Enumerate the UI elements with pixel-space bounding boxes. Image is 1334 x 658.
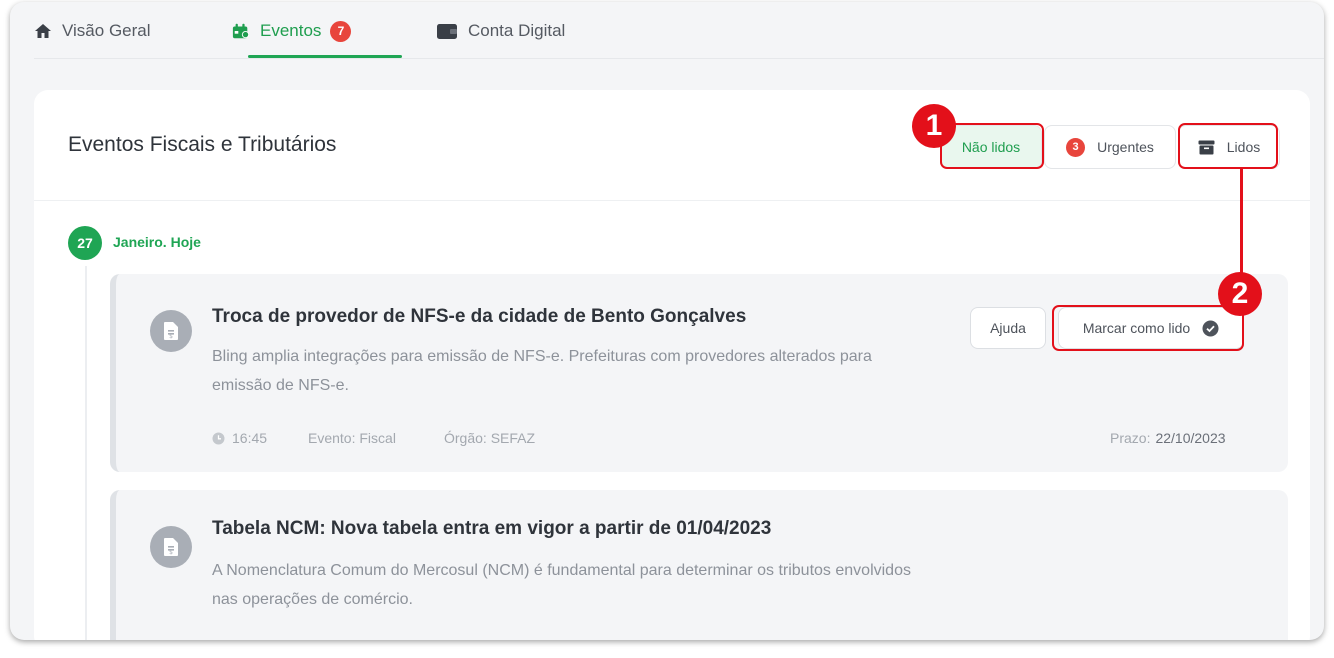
tab-events[interactable]: Eventos 7 xyxy=(232,19,352,43)
document-icon: $ xyxy=(150,310,192,352)
events-card: Eventos Fiscais e Tributários Não lidos … xyxy=(34,90,1310,640)
event-title: Troca de provedor de NFS-e da cidade de … xyxy=(212,306,747,327)
active-tab-indicator xyxy=(248,55,402,58)
svg-text:$: $ xyxy=(169,333,173,340)
svg-text:$: $ xyxy=(169,549,173,556)
event-type: Evento: Fiscal xyxy=(308,430,396,446)
wallet-icon xyxy=(436,22,458,40)
date-group-label: Janeiro. Hoje xyxy=(113,234,201,250)
home-icon xyxy=(34,22,52,40)
event-time: 16:45 xyxy=(212,430,267,446)
event-description: A Nomenclatura Comum do Mercosul (NCM) é… xyxy=(212,562,911,608)
annotation-connector xyxy=(1240,168,1243,288)
help-button[interactable]: Ajuda xyxy=(970,307,1046,349)
help-button-label: Ajuda xyxy=(990,320,1026,336)
events-count-badge: 7 xyxy=(330,20,352,42)
app-window: Visão Geral Eventos 7 Conta Digital Even… xyxy=(10,2,1324,640)
filter-urgent-label: Urgentes xyxy=(1097,139,1154,155)
card-header: Eventos Fiscais e Tributários Não lidos … xyxy=(34,90,1310,201)
event-deadline: Prazo: 22/10/2023 xyxy=(1110,430,1226,446)
tab-digital-account[interactable]: Conta Digital xyxy=(436,19,565,43)
deadline-label: Prazo: xyxy=(1110,430,1151,446)
tab-digital-account-label: Conta Digital xyxy=(468,21,566,40)
highlight-box-read xyxy=(1178,123,1278,169)
card-title: Eventos Fiscais e Tributários xyxy=(68,133,337,156)
event-item[interactable]: $ Troca de provedor de NFS-e da cidade d… xyxy=(110,274,1288,472)
event-description: Bling amplia integrações para emissão de… xyxy=(212,348,872,394)
filter-urgent-button[interactable]: 3 Urgentes xyxy=(1044,125,1176,169)
event-title: Tabela NCM: Nova tabela entra em vigor a… xyxy=(212,518,772,539)
tab-bar: Visão Geral Eventos 7 Conta Digital xyxy=(34,2,1324,59)
tab-overview[interactable]: Visão Geral xyxy=(34,19,151,43)
highlight-box-mark-read xyxy=(1052,305,1244,351)
event-organ: Órgão: SEFAZ xyxy=(444,430,536,446)
document-icon: $ xyxy=(150,526,192,568)
annotation-marker-1: 1 xyxy=(912,104,956,148)
calendar-icon xyxy=(232,22,250,40)
event-time-value: 16:45 xyxy=(232,430,268,446)
tab-events-label: Eventos xyxy=(260,21,322,40)
deadline-value: 22/10/2023 xyxy=(1155,430,1226,446)
clock-icon xyxy=(212,432,225,445)
urgent-count-badge: 3 xyxy=(1066,137,1086,157)
date-day-badge: 27 xyxy=(68,226,102,260)
annotation-marker-2: 2 xyxy=(1218,272,1262,316)
tab-overview-label: Visão Geral xyxy=(62,21,151,40)
event-item[interactable]: $ Tabela NCM: Nova tabela entra em vigor… xyxy=(110,490,1288,640)
timeline-line xyxy=(85,266,87,640)
